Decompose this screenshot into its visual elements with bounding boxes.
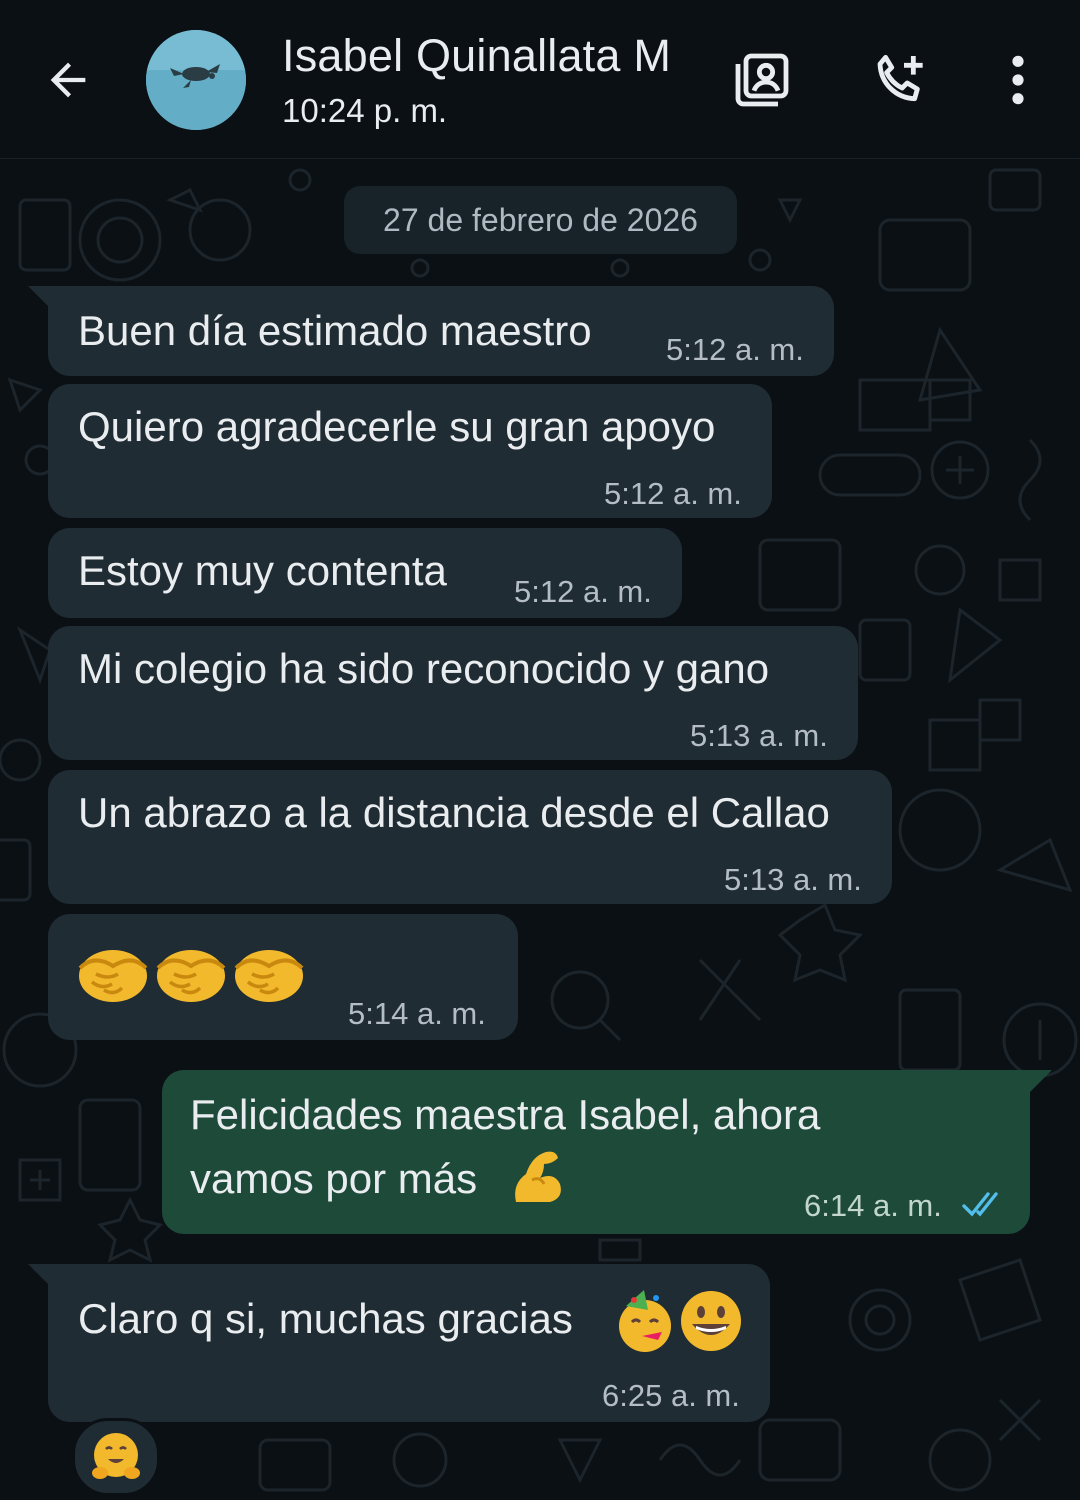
flexed-biceps-emoji xyxy=(515,1151,561,1202)
message-time: 6:14 a. m. xyxy=(804,1188,942,1223)
more-vert-icon xyxy=(1012,55,1024,105)
date-separator: 27 de febrero de 2026 xyxy=(344,186,737,254)
message-text: Quiero agradecerle su gran apoyo xyxy=(78,403,716,450)
bubble-tail xyxy=(1030,1070,1052,1092)
back-button[interactable] xyxy=(36,48,100,112)
message-time: 5:12 a. m. xyxy=(666,332,804,367)
message-text: Mi colegio ha sido reconocido y gano xyxy=(78,645,770,692)
message-bubble[interactable]: Buen día estimado maestro 5:12 a. m. xyxy=(48,286,834,376)
avatar[interactable] xyxy=(146,30,246,130)
message-text: Claro q si, muchas gracias xyxy=(78,1295,573,1342)
add-call-button[interactable] xyxy=(866,46,934,114)
last-seen-status: 10:24 p. m. xyxy=(282,92,448,129)
message-bubble[interactable]: Mi colegio ha sido reconocido y gano 5:1… xyxy=(48,626,858,760)
message-bubble[interactable]: Claro q si, muchas gracias 6:25 a. m. xyxy=(48,1264,770,1422)
message-text: Buen día estimado maestro xyxy=(78,307,592,354)
message-bubble[interactable]: Quiero agradecerle su gran apoyo 5:12 a.… xyxy=(48,384,772,518)
handshake-emoji xyxy=(156,950,226,1002)
partying-face-emoji xyxy=(619,1290,671,1352)
menu-button[interactable] xyxy=(984,46,1052,114)
message-time: 5:12 a. m. xyxy=(514,574,652,609)
bubble-tail xyxy=(28,286,50,308)
message-time: 5:12 a. m. xyxy=(604,476,742,511)
contact-name[interactable]: Isabel Quinallata M xyxy=(282,30,671,82)
outgoing-message-bubble[interactable]: Felicidades maestra Isabel, ahora vamos … xyxy=(162,1070,1030,1234)
handshake-emoji xyxy=(78,950,148,1002)
message-time: 5:13 a. m. xyxy=(690,718,828,753)
message-time: 6:25 a. m. xyxy=(602,1378,740,1413)
chat-header: Isabel Quinallata M 10:24 p. m. xyxy=(0,0,1080,159)
message-reaction[interactable] xyxy=(72,1418,160,1496)
turtle-photo-icon xyxy=(146,30,246,130)
message-bubble[interactable]: 5:14 a. m. xyxy=(48,914,518,1040)
double-check-icon xyxy=(962,1192,998,1217)
message-text: Un abrazo a la distancia desde el Callao xyxy=(78,789,830,836)
contact-card-icon xyxy=(735,53,789,107)
contact-card-button[interactable] xyxy=(728,46,796,114)
add-call-icon xyxy=(877,54,923,102)
message-bubble[interactable]: Estoy muy contenta 5:12 a. m. xyxy=(48,528,682,618)
grinning-face-emoji xyxy=(681,1291,741,1351)
message-time: 5:14 a. m. xyxy=(348,996,486,1031)
emoji-row xyxy=(76,942,356,1012)
message-bubble[interactable]: Un abrazo a la distancia desde el Callao… xyxy=(48,770,892,904)
message-text: Estoy muy contenta xyxy=(78,547,447,594)
hugging-face-emoji xyxy=(92,1433,140,1479)
message-time: 5:13 a. m. xyxy=(724,862,862,897)
message-text-line: Felicidades maestra Isabel, ahora xyxy=(190,1091,821,1138)
bubble-tail xyxy=(28,1264,50,1286)
handshake-emoji xyxy=(234,950,304,1002)
message-text-line: vamos por más xyxy=(190,1155,478,1202)
arrow-left-icon xyxy=(50,62,86,98)
